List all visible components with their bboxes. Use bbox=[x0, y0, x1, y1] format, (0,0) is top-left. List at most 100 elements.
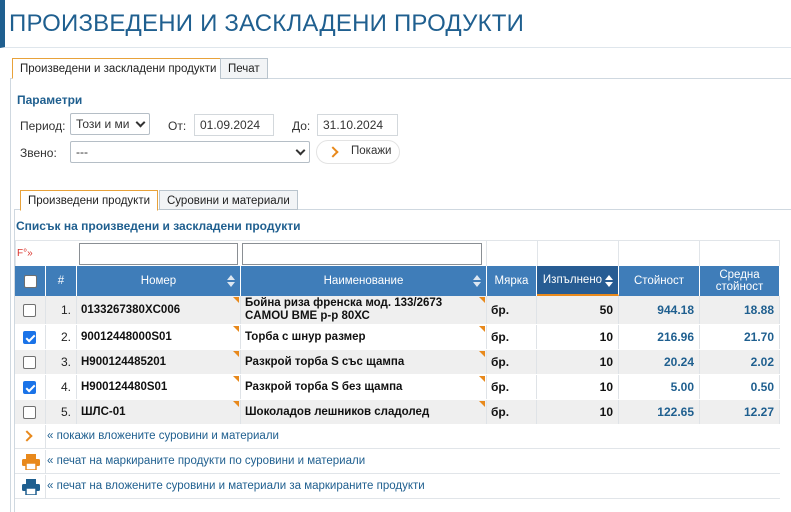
cell-value-text: 5.00 bbox=[670, 380, 694, 394]
cell-number: H900124480S01 bbox=[77, 375, 241, 399]
cell-avg: 0.50 bbox=[700, 375, 780, 399]
column-done[interactable]: Изпълнено bbox=[537, 266, 619, 296]
cell-index: 3. bbox=[46, 350, 77, 374]
column-number[interactable]: Номер bbox=[77, 266, 241, 296]
unit-select-value: --- bbox=[76, 145, 88, 159]
to-date-input[interactable]: 31.10.2024 bbox=[317, 114, 398, 136]
show-button[interactable]: Покажи bbox=[316, 140, 400, 164]
period-select[interactable]: Този и ми bbox=[70, 113, 150, 135]
cell-avg-text: 18.88 bbox=[743, 303, 774, 317]
action-row[interactable]: « печат на вложените суровини и материал… bbox=[15, 475, 780, 499]
cell-index-text: 2. bbox=[60, 330, 71, 344]
table-row[interactable]: 4. H900124480S01 Разкрой торба S без щампа… bbox=[15, 375, 780, 400]
table-row[interactable]: 2. 90012448000S01 Торба с шнур размер бр. 10… bbox=[15, 325, 780, 350]
row-checkbox[interactable] bbox=[23, 406, 36, 419]
action-row[interactable]: « печат на маркираните продукти по суров… bbox=[15, 450, 780, 474]
tab-print[interactable]: Печат bbox=[220, 58, 268, 79]
column-name-label: Наименование bbox=[323, 275, 404, 287]
unit-label: Звено: bbox=[20, 146, 57, 160]
filter-marker[interactable]: F°» bbox=[17, 248, 33, 259]
cell-done: 10 bbox=[537, 325, 619, 349]
column-number-label: Номер bbox=[140, 275, 177, 287]
cell-index-text: 5. bbox=[60, 405, 71, 419]
cell-name: Шоколадов лешников сладолед bbox=[241, 400, 487, 424]
row-checkbox[interactable] bbox=[23, 356, 36, 369]
cell-value-text: 216.96 bbox=[657, 330, 694, 344]
cell-index-text: 3. bbox=[60, 355, 71, 369]
cell-avg: 21.70 bbox=[700, 325, 780, 349]
cell-avg-text: 12.27 bbox=[743, 405, 774, 419]
table-row[interactable]: 5. ШЛС-01 Шоколадов лешников сладолед бр. 10… bbox=[15, 400, 780, 425]
cell-name-text: Разкрой торба S със щампа bbox=[245, 355, 405, 368]
row-select-cell bbox=[15, 325, 46, 349]
row-checkbox[interactable] bbox=[23, 304, 36, 317]
cell-value: 122.65 bbox=[619, 400, 700, 424]
cell-name: Разкрой торба S без щампа bbox=[241, 375, 487, 399]
cell-avg-text: 21.70 bbox=[743, 330, 774, 344]
cell-value-text: 944.18 bbox=[657, 303, 694, 317]
subtab-raw-materials[interactable]: Суровини и материали bbox=[159, 190, 298, 210]
action-link[interactable]: « покажи вложените суровини и материали bbox=[47, 430, 279, 442]
cell-avg-text: 0.50 bbox=[750, 380, 774, 394]
cell-number: H900124485201 bbox=[77, 350, 241, 374]
column-unit: Мярка bbox=[487, 266, 537, 296]
cell-number-text: H900124485201 bbox=[81, 356, 167, 368]
from-date-input[interactable]: 01.09.2024 bbox=[194, 114, 274, 136]
table-row[interactable]: 3. H900124485201 Разкрой торба S със щампа… bbox=[15, 350, 780, 375]
cell-done-text: 10 bbox=[599, 330, 613, 344]
period-label: Период: bbox=[20, 119, 66, 133]
row-checkbox[interactable] bbox=[23, 381, 36, 394]
cell-avg: 12.27 bbox=[700, 400, 780, 424]
show-button-label: Покажи bbox=[351, 145, 392, 157]
select-all-header bbox=[15, 266, 46, 296]
row-checkbox[interactable] bbox=[23, 331, 36, 344]
cell-index: 4. bbox=[46, 375, 77, 399]
table-row[interactable]: 1. 0133267380XC006 Бойна риза френска мод.… bbox=[15, 296, 780, 325]
cell-avg: 2.02 bbox=[700, 350, 780, 374]
cell-name: Торба с шнур размер bbox=[241, 325, 487, 349]
column-name[interactable]: Наименование bbox=[241, 266, 487, 296]
cell-value: 20.24 bbox=[619, 350, 700, 374]
cell-number-text: H900124480S01 bbox=[81, 381, 168, 393]
row-select-cell bbox=[15, 296, 46, 324]
cell-number-text: ШЛС-01 bbox=[81, 406, 126, 418]
sort-icon bbox=[605, 275, 614, 287]
row-select-cell bbox=[15, 375, 46, 399]
column-index: # bbox=[46, 266, 77, 296]
action-row[interactable]: « покажи вложените суровини и материали bbox=[15, 425, 780, 449]
cell-name: Бойна риза френска мод. 133/2673 CAMOU В… bbox=[241, 296, 487, 324]
printer-icon bbox=[15, 475, 46, 499]
to-label: До: bbox=[292, 119, 311, 133]
cell-index: 1. bbox=[46, 296, 77, 324]
chevron-right-icon bbox=[15, 425, 46, 449]
column-value: Стойност bbox=[619, 266, 700, 296]
subtab-produced-products[interactable]: Произведени продукти bbox=[20, 190, 159, 211]
cell-unit-text: бр. bbox=[491, 330, 510, 344]
cell-unit: бр. bbox=[487, 325, 537, 349]
number-filter-input[interactable] bbox=[79, 243, 238, 265]
cell-name-text: Шоколадов лешников сладолед bbox=[245, 405, 430, 418]
cell-avg: 18.88 bbox=[700, 296, 780, 324]
cell-unit: бр. bbox=[487, 350, 537, 374]
sort-icon bbox=[473, 275, 482, 287]
printer-icon bbox=[15, 450, 46, 474]
cell-unit: бр. bbox=[487, 400, 537, 424]
cell-index-text: 4. bbox=[60, 380, 71, 394]
cell-done-text: 50 bbox=[599, 303, 613, 317]
cell-done: 50 bbox=[537, 296, 619, 324]
cell-name: Разкрой торба S със щампа bbox=[241, 350, 487, 374]
cell-unit-text: бр. bbox=[491, 355, 510, 369]
tab-produced-stored[interactable]: Произведени и заскладени продукти bbox=[12, 58, 225, 79]
cell-number-text: 0133267380XC006 bbox=[81, 304, 181, 316]
action-link[interactable]: « печат на маркираните продукти по суров… bbox=[47, 455, 365, 467]
row-select-cell bbox=[15, 350, 46, 374]
cell-done: 10 bbox=[537, 375, 619, 399]
select-all-checkbox[interactable] bbox=[23, 274, 37, 288]
name-filter-input[interactable] bbox=[242, 243, 482, 265]
cell-done-text: 10 bbox=[599, 355, 613, 369]
cell-value: 944.18 bbox=[619, 296, 700, 324]
cell-number: ШЛС-01 bbox=[77, 400, 241, 424]
action-link[interactable]: « печат на вложените суровини и материал… bbox=[47, 480, 425, 492]
cell-name-text: Торба с шнур размер bbox=[245, 330, 366, 343]
unit-select[interactable]: --- bbox=[70, 141, 310, 163]
